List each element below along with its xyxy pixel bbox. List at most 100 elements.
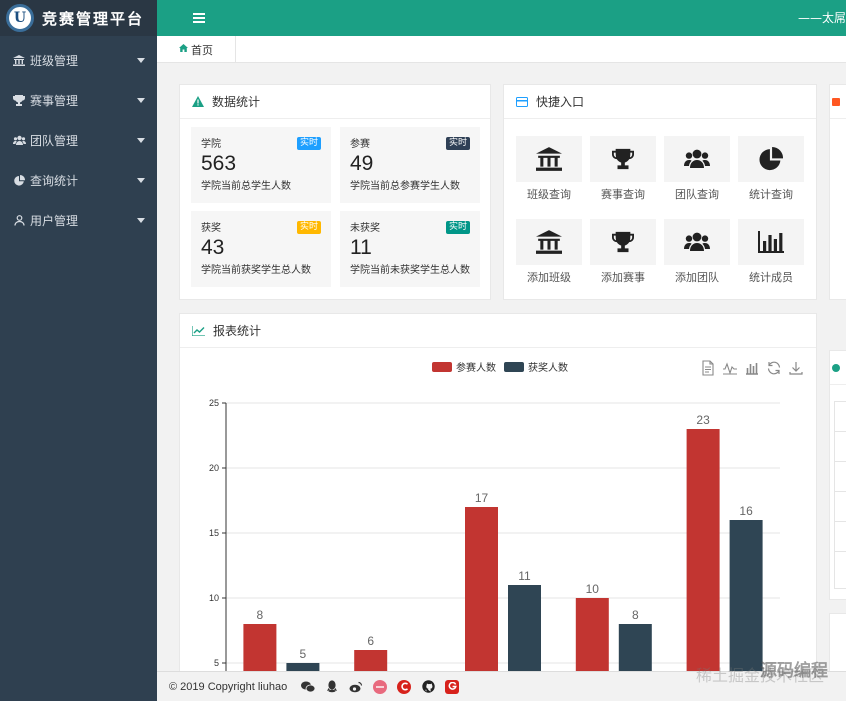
quick-stat-query[interactable]: [738, 136, 804, 182]
quick-add-team[interactable]: [664, 219, 730, 265]
quick-panel-header: 快捷入口: [504, 85, 816, 119]
legend-label[interactable]: 参赛人数: [456, 359, 496, 374]
restore-icon[interactable]: [766, 360, 782, 376]
chevron-down-icon: [137, 57, 145, 63]
trophy-icon: [612, 231, 634, 253]
trophy-icon: [12, 94, 26, 106]
user-icon: [12, 214, 26, 226]
right-panel-mid-header: [830, 351, 846, 385]
users-icon: [684, 232, 710, 251]
line-chart-icon: [192, 325, 205, 336]
legend-label[interactable]: 获奖人数: [528, 359, 568, 374]
bar: [354, 650, 388, 671]
quick-stat-members[interactable]: [738, 219, 804, 265]
leaf-icon: [832, 363, 840, 372]
quick-label[interactable]: 赛事查询: [585, 186, 661, 202]
sidebar-item-user[interactable]: 用户管理: [0, 200, 157, 240]
quick-class-query[interactable]: [516, 136, 582, 182]
data-view-icon[interactable]: [700, 360, 716, 376]
status-badge: 实时: [296, 137, 321, 150]
stat-value: 11: [350, 236, 372, 259]
right-panel-top: [829, 84, 846, 300]
right-table: [834, 401, 846, 589]
rss-icon: [832, 97, 840, 106]
chevron-down-icon: [137, 97, 145, 103]
bar: [575, 598, 609, 671]
stat-card-participants: 参赛 实时 49 学院当前总参赛学生人数: [340, 127, 480, 203]
sidebar-item-class[interactable]: 班级管理: [0, 40, 157, 80]
save-image-icon[interactable]: [788, 360, 804, 376]
quick-label[interactable]: 班级查询: [511, 186, 587, 202]
credit-card-icon: [516, 96, 528, 107]
sidebar-item-label: 团队管理: [30, 133, 79, 148]
quick-add-competition[interactable]: [590, 219, 656, 265]
footer-social-links: [301, 679, 460, 694]
quick-label[interactable]: 统计成员: [733, 269, 809, 285]
bar: [729, 520, 763, 671]
qq-icon[interactable]: [325, 680, 339, 694]
sidebar: U 竞赛管理平台 班级管理 赛事管理 团队管理 查询统计 用户管理: [0, 0, 157, 701]
menu-toggle-icon[interactable]: [193, 13, 205, 23]
quick-label[interactable]: 添加赛事: [585, 269, 661, 285]
wechat-icon[interactable]: [301, 680, 316, 694]
sidebar-item-query[interactable]: 查询统计: [0, 160, 157, 200]
y-tick-label: 15: [209, 528, 219, 538]
bar-value-label: 23: [696, 413, 710, 427]
tab-home[interactable]: 首页: [157, 36, 236, 63]
trophy-icon: [612, 148, 634, 170]
sidebar-item-team[interactable]: 团队管理: [0, 120, 157, 160]
users-icon: [12, 135, 26, 146]
y-tick-label: 10: [209, 593, 219, 603]
panel-title: 快捷入口: [536, 95, 585, 109]
status-badge: 实时: [445, 221, 470, 234]
panel-title: 数据统计: [212, 95, 261, 109]
users-icon: [684, 149, 710, 168]
quick-team-query[interactable]: [664, 136, 730, 182]
bank-icon: [12, 54, 26, 66]
weibo-icon[interactable]: [349, 680, 363, 694]
chevron-down-icon: [137, 217, 145, 223]
quick-label[interactable]: 团队查询: [659, 186, 735, 202]
stat-desc: 学院当前未获奖学生总人数: [350, 265, 470, 276]
google-icon[interactable]: [445, 679, 460, 694]
quick-label[interactable]: 添加班级: [511, 269, 587, 285]
stat-value: 49: [350, 152, 374, 175]
logo-badge: U: [6, 4, 34, 32]
stat-desc: 学院当前获奖学生总人数: [201, 265, 311, 276]
legend-swatch[interactable]: [432, 361, 452, 372]
status-badge: 实时: [296, 221, 321, 234]
stat-card-not-awarded: 未获奖 实时 11 学院当前未获奖学生总人数: [340, 211, 480, 287]
stat-desc: 学院当前总参赛学生人数: [350, 181, 460, 192]
quick-label[interactable]: 统计查询: [733, 186, 809, 202]
report-panel-header: 报表统计: [180, 314, 816, 348]
line-switch-icon[interactable]: [722, 360, 738, 376]
home-icon: [179, 44, 188, 55]
bar: [618, 624, 652, 671]
quick-competition-query[interactable]: [590, 136, 656, 182]
warning-icon: [192, 96, 204, 107]
y-tick-label: 20: [209, 463, 219, 473]
report-panel: 报表统计 参赛人数 获奖人数 25 20 15 10 5 8 6 17 10 23 5 11 8 16: [179, 313, 817, 671]
sidebar-item-competition[interactable]: 赛事管理: [0, 80, 157, 120]
chart-toolbox: [700, 360, 804, 376]
bank-icon: [536, 230, 562, 254]
bar: [686, 429, 720, 671]
lofter-icon[interactable]: [373, 679, 388, 694]
sidebar-item-label: 班级管理: [30, 53, 79, 68]
app-logo[interactable]: U 竞赛管理平台: [0, 0, 157, 36]
csdn-icon[interactable]: [397, 679, 412, 694]
bar-switch-icon[interactable]: [744, 360, 760, 376]
stat-value: 563: [201, 152, 237, 175]
stat-value: 43: [201, 236, 225, 259]
watermark: 源码编程: [760, 661, 828, 681]
stat-desc: 学院当前总学生人数: [201, 181, 291, 192]
bar-value-label: 16: [739, 504, 753, 518]
bar-value-label: 8: [257, 608, 264, 622]
legend-swatch[interactable]: [504, 361, 524, 372]
bar-value-label: 8: [632, 608, 639, 622]
quick-entry-panel: 快捷入口 班级查询 赛事查询 团队查询 统计查询 添加班级 添加赛事 添加团队 …: [503, 84, 817, 300]
quick-label[interactable]: 添加团队: [659, 269, 735, 285]
bank-icon: [536, 147, 562, 171]
github-icon[interactable]: [421, 680, 435, 694]
quick-add-class[interactable]: [516, 219, 582, 265]
